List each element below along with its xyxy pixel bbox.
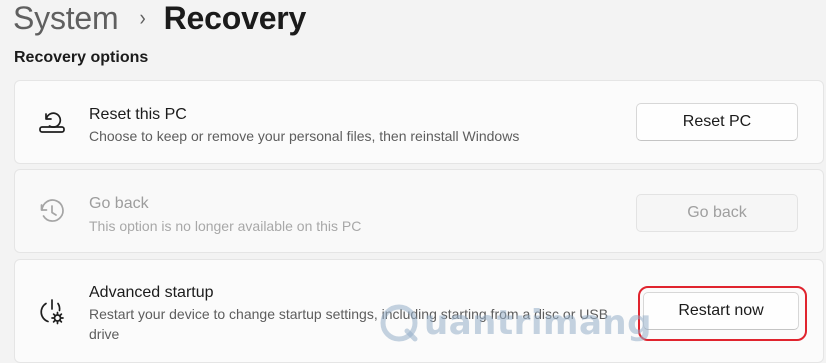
page-title: Recovery [163, 0, 307, 36]
breadcrumb-chevron-icon: › [139, 5, 146, 30]
reset-pc-title: Reset this PC [89, 106, 187, 123]
reset-pc-button[interactable]: Reset PC [636, 103, 798, 141]
breadcrumb-system-link[interactable]: System [13, 0, 119, 37]
section-title: Recovery options [14, 49, 149, 66]
advanced-startup-icon [37, 297, 67, 327]
restart-now-button[interactable]: Restart now [643, 292, 799, 330]
go-back-button: Go back [636, 194, 798, 232]
history-icon [37, 197, 67, 227]
advanced-startup-title: Advanced startup [89, 284, 214, 301]
reset-pc-icon [37, 108, 67, 138]
reset-pc-description: Choose to keep or remove your personal f… [89, 128, 520, 144]
breadcrumb: System › Recovery [13, 0, 306, 40]
advanced-startup-card: Advanced startup Restart your device to … [14, 259, 824, 363]
go-back-card: Go back This option is no longer availab… [14, 169, 824, 253]
advanced-startup-description: Restart your device to change startup se… [89, 306, 609, 342]
go-back-title: Go back [89, 195, 149, 212]
go-back-description: This option is no longer available on th… [89, 218, 362, 234]
reset-pc-card: Reset this PC Choose to keep or remove y… [14, 80, 824, 164]
